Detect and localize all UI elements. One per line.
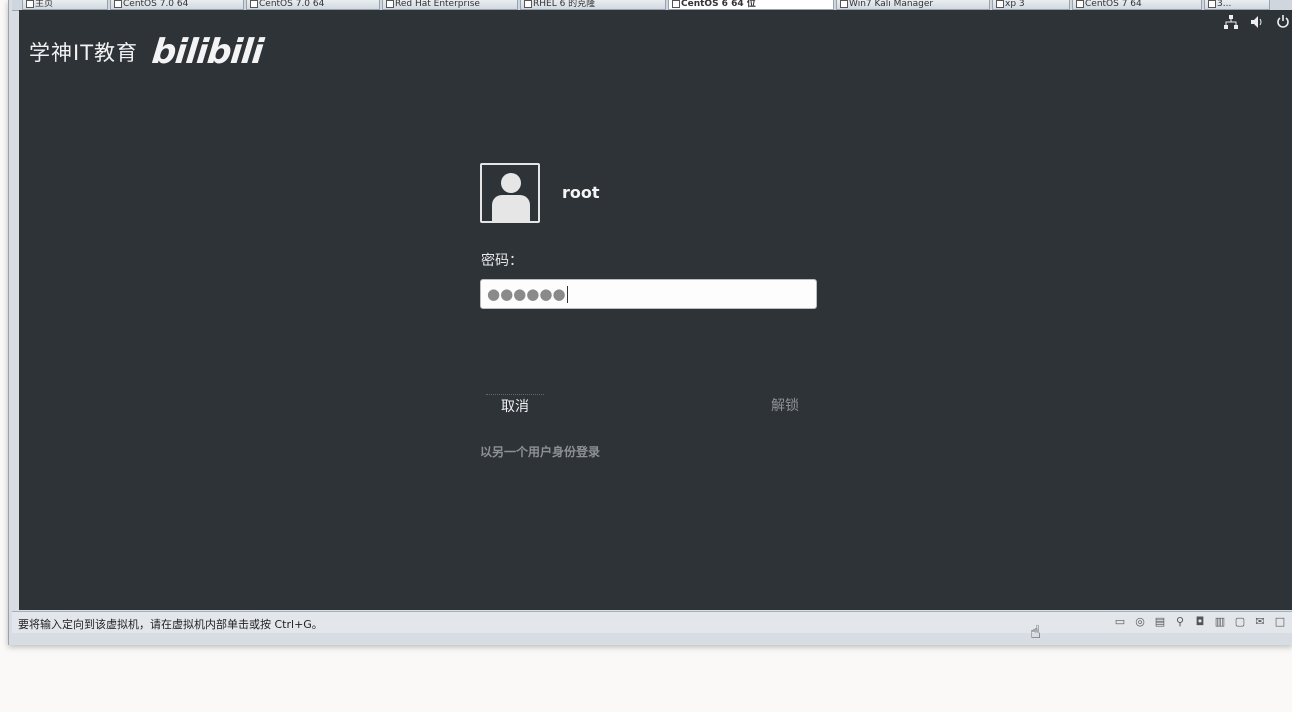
- cd-icon[interactable]: ◎: [1132, 615, 1148, 629]
- network-icon[interactable]: [1222, 15, 1240, 33]
- power-icon[interactable]: [1274, 15, 1292, 33]
- password-value: ●●●●●●: [487, 285, 566, 303]
- username-label: root: [562, 183, 600, 202]
- tab-vm-6[interactable]: Win7 Kali Manager: [836, 0, 990, 10]
- avatar-body: [492, 195, 530, 221]
- message-icon[interactable]: ✉: [1252, 615, 1268, 629]
- text-caret: [566, 285, 568, 303]
- fullscreen-icon[interactable]: □: [1272, 615, 1288, 629]
- printer-icon[interactable]: ▥: [1212, 615, 1228, 629]
- tab-vm-7[interactable]: xp 3: [992, 0, 1070, 10]
- user-avatar: [480, 163, 540, 223]
- status-message: 要将输入定向到该虚拟机，请在虚拟机内部单击或按 Ctrl+G。: [18, 618, 323, 631]
- cancel-button[interactable]: 取消: [486, 394, 544, 419]
- tab-vm-3[interactable]: Red Hat Enterprise: [382, 0, 518, 10]
- device-icons: ▭ ◎ ▤ ⚲ ◘ ▥ ▢ ✉ □: [1112, 615, 1288, 629]
- tab-home[interactable]: 主页: [22, 0, 108, 10]
- usb-icon[interactable]: ⚲: [1172, 615, 1188, 629]
- display-icon[interactable]: ▢: [1232, 615, 1248, 629]
- top-tray: [1222, 15, 1292, 33]
- password-input[interactable]: ●●●●●●: [480, 279, 817, 309]
- tab-vm-8[interactable]: CentOS 7 64: [1072, 0, 1202, 10]
- tab-vm-9[interactable]: 3...: [1204, 0, 1270, 10]
- vm-screen[interactable]: 学神IT教育 bilibili: [19, 10, 1292, 610]
- password-label: 密码：: [481, 253, 523, 269]
- avatar-head: [501, 173, 521, 193]
- hdd-icon[interactable]: ▭: [1112, 615, 1128, 629]
- logo-text: 学神IT教育: [29, 41, 139, 65]
- login-as-other-user-link[interactable]: 以另一个用户身份登录: [480, 443, 600, 460]
- volume-icon[interactable]: [1248, 15, 1266, 33]
- network-adapter-icon[interactable]: ▤: [1152, 615, 1168, 629]
- tab-vm-4[interactable]: RHEL 6 的克隆: [520, 0, 666, 10]
- unlock-button[interactable]: 解锁: [760, 394, 810, 418]
- status-bar: 要将输入定向到该虚拟机，请在虚拟机内部单击或按 Ctrl+G。 ▭ ◎ ▤ ⚲ …: [12, 611, 1292, 633]
- hand-cursor-icon: ☝: [1029, 621, 1042, 644]
- bilibili-logo: bilibili: [149, 32, 265, 72]
- tab-vm-1[interactable]: CentOS 7.0 64: [110, 0, 244, 10]
- tab-vm-active[interactable]: CentOS 6 64 位: [668, 0, 834, 10]
- tab-vm-2[interactable]: CentOS 7.0 64: [246, 0, 380, 10]
- sound-icon[interactable]: ◘: [1192, 615, 1208, 629]
- watermark-logo: 学神IT教育 bilibili: [29, 32, 265, 72]
